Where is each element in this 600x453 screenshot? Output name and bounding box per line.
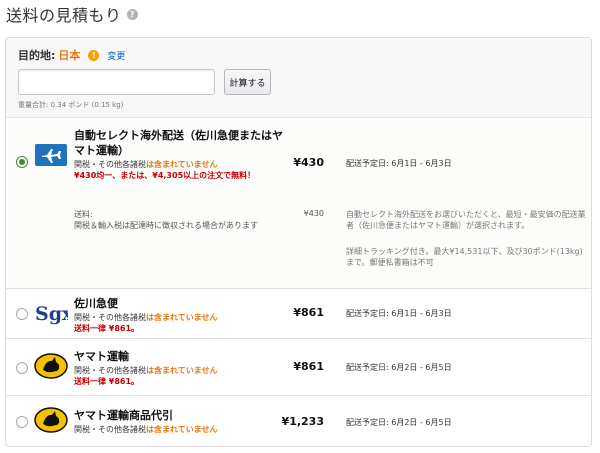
option-eta: 配送予定日: 6月1日 - 6月3日 xyxy=(346,309,452,318)
option-eta: 配送予定日: 6月2日 - 6月5日 xyxy=(346,363,452,372)
change-destination-link[interactable]: 変更 xyxy=(107,49,125,62)
shipping-option-sagawa[interactable]: Sgx 佐川急便 関税・その他各諸税は含まれていません 送料一律 ¥861。 ¥… xyxy=(6,289,591,339)
shipping-option-auto-select[interactable]: 自動セレクト海外配送（佐川急便またはヤマト運輸） 関税・その他各諸税は含まれてい… xyxy=(6,118,591,289)
option-price: ¥430 xyxy=(293,156,324,169)
help-icon[interactable]: ? xyxy=(126,8,138,20)
destination-section: 目的地: 日本 ! 変更 計算する 重量合計: 0.34 ポンド (0.15 k… xyxy=(6,38,591,118)
shipping-estimate-panel: 目的地: 日本 ! 変更 計算する 重量合計: 0.34 ポンド (0.15 k… xyxy=(5,37,592,447)
detail-tracking: 詳細トラッキング付き。最大¥14,531以下、及び30ポンド(13kg)まで。郵… xyxy=(346,247,583,267)
option-flat-rate: 送料一律 ¥861。 xyxy=(74,377,140,386)
detail-note: 関税＆輸入税は配達時に徴収される場合があります xyxy=(74,221,258,230)
option-eta: 配送予定日: 6月1日 - 6月3日 xyxy=(346,159,452,168)
option-flat-rate: 送料一律 ¥861。 xyxy=(74,324,140,333)
page-header: 送料の見積もり ? xyxy=(6,2,138,26)
shipping-option-yamato[interactable]: ヤマト運輸 関税・その他各諸税は含まれていません 送料一律 ¥861。 ¥861… xyxy=(6,339,591,396)
option-eta: 配送予定日: 6月2日 - 6月5日 xyxy=(346,418,452,427)
destination-country: 日本 xyxy=(58,49,81,62)
detail-description: 自動セレクト海外配送をお選びいただくと、最短・最安価の配送業者（佐川急便またはヤ… xyxy=(346,210,586,230)
calculate-button[interactable]: 計算する xyxy=(224,69,271,95)
option-name: 自動セレクト海外配送（佐川急便またはヤマト運輸） xyxy=(74,129,283,157)
destination-label: 目的地: xyxy=(18,49,56,62)
option-price: ¥861 xyxy=(293,306,324,319)
destination-row: 目的地: 日本 ! 変更 xyxy=(18,47,125,63)
detail-price: ¥430 xyxy=(303,209,324,218)
shipping-option-yamato-cod[interactable]: ヤマト運輸商品代引 関税・その他各諸税は含まれていません ¥1,233 配送予定… xyxy=(6,396,591,446)
option-price: ¥1,233 xyxy=(281,415,324,428)
page-title: 送料の見積もり xyxy=(6,6,122,25)
total-weight: 重量合計: 0.34 ポンド (0.15 kg) xyxy=(18,101,124,109)
option-free-shipping: ¥430均一、または、¥4,305以上の注文で無料！ xyxy=(74,171,256,180)
option-price: ¥861 xyxy=(293,360,324,373)
info-icon[interactable]: ! xyxy=(88,49,100,61)
postal-code-input[interactable] xyxy=(18,69,215,95)
